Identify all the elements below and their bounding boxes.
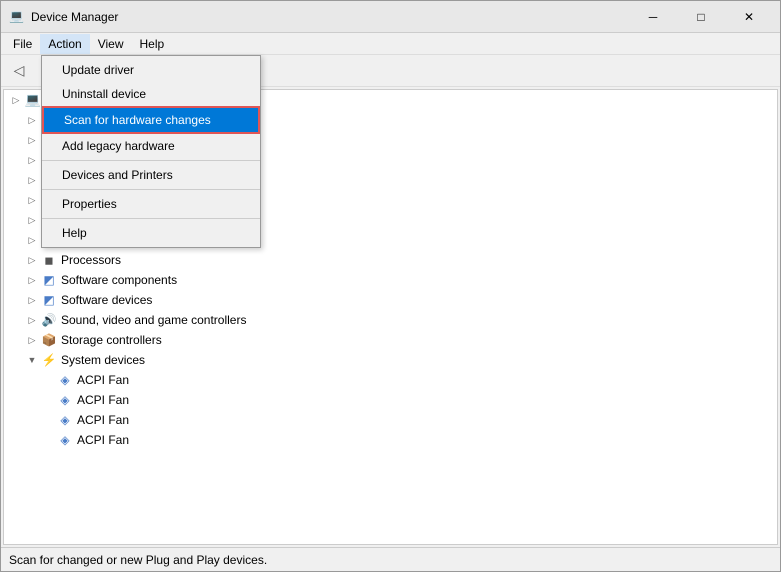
menu-update-driver[interactable]: Update driver: [42, 58, 260, 82]
tree-item-sw-components[interactable]: ▷ Software components: [4, 270, 777, 290]
menu-properties[interactable]: Properties: [42, 192, 260, 216]
expand-mice[interactable]: ▷: [24, 152, 40, 168]
title-bar: 💻 Device Manager ─ □ ✕: [1, 1, 780, 33]
menu-add-legacy[interactable]: Add legacy hardware: [42, 134, 260, 158]
expand-sw-components[interactable]: ▷: [24, 272, 40, 288]
menu-file[interactable]: File: [5, 34, 40, 54]
action-dropdown: Update driver Uninstall device Scan for …: [41, 55, 261, 248]
label-acpi-1: ACPI Fan: [77, 373, 129, 387]
menu-view[interactable]: View: [90, 34, 132, 54]
label-system: System devices: [61, 353, 145, 367]
expand-processors[interactable]: ▷: [24, 252, 40, 268]
menu-help[interactable]: Help: [132, 34, 173, 54]
expand-sw-devices[interactable]: ▷: [24, 292, 40, 308]
tree-item-processors[interactable]: ▷ Processors: [4, 250, 777, 270]
menu-action[interactable]: Action: [40, 34, 89, 54]
icon-sound: [40, 312, 58, 328]
status-bar: Scan for changed or new Plug and Play de…: [1, 547, 780, 571]
tree-item-sound[interactable]: ▷ Sound, video and game controllers: [4, 310, 777, 330]
main-window: 💻 Device Manager ─ □ ✕ File Action View …: [0, 0, 781, 572]
icon-system: [40, 352, 58, 368]
tree-item-acpi-fan-2[interactable]: ACPI Fan: [4, 390, 777, 410]
label-processors: Processors: [61, 253, 121, 267]
window-icon: 💻: [9, 9, 25, 25]
toolbar-back[interactable]: ◁: [5, 58, 33, 84]
minimize-button[interactable]: ─: [630, 4, 676, 30]
tree-item-system[interactable]: ▼ System devices: [4, 350, 777, 370]
label-acpi-4: ACPI Fan: [77, 433, 129, 447]
expand-root[interactable]: ▷: [8, 92, 24, 108]
menu-uninstall-device[interactable]: Uninstall device: [42, 82, 260, 106]
expand-acpi-3: [40, 412, 56, 428]
label-acpi-3: ACPI Fan: [77, 413, 129, 427]
icon-computer: [24, 92, 42, 108]
tree-item-acpi-fan-1[interactable]: ACPI Fan: [4, 370, 777, 390]
expand-system[interactable]: ▼: [24, 352, 40, 368]
menu-help-item[interactable]: Help: [42, 221, 260, 245]
expand-ports[interactable]: ▷: [24, 212, 40, 228]
title-bar-buttons: ─ □ ✕: [630, 4, 772, 30]
label-sw-components: Software components: [61, 273, 177, 287]
close-button[interactable]: ✕: [726, 4, 772, 30]
status-text: Scan for changed or new Plug and Play de…: [9, 553, 267, 567]
icon-processors: [40, 252, 58, 268]
separator-3: [42, 218, 260, 219]
expand-storage[interactable]: ▷: [24, 332, 40, 348]
icon-fan-1: [56, 372, 74, 388]
label-storage: Storage controllers: [61, 333, 162, 347]
expand-acpi-1: [40, 372, 56, 388]
separator-1: [42, 160, 260, 161]
icon-fan-2: [56, 392, 74, 408]
expand-sound[interactable]: ▷: [24, 312, 40, 328]
expand-network[interactable]: ▷: [24, 192, 40, 208]
menu-devices-printers[interactable]: Devices and Printers: [42, 163, 260, 187]
icon-sw-components: [40, 272, 58, 288]
expand-keyboards[interactable]: ▷: [24, 132, 40, 148]
label-sound: Sound, video and game controllers: [61, 313, 246, 327]
expand-print[interactable]: ▷: [24, 232, 40, 248]
tree-item-storage[interactable]: ▷ Storage controllers: [4, 330, 777, 350]
menu-bar: File Action View Help Update driver Unin…: [1, 33, 780, 55]
tree-item-sw-devices[interactable]: ▷ Software devices: [4, 290, 777, 310]
icon-fan-3: [56, 412, 74, 428]
expand-acpi-4: [40, 432, 56, 448]
expand-acpi-2: [40, 392, 56, 408]
icon-fan-4: [56, 432, 74, 448]
window-title: Device Manager: [31, 10, 630, 24]
tree-item-acpi-fan-4[interactable]: ACPI Fan: [4, 430, 777, 450]
label-acpi-2: ACPI Fan: [77, 393, 129, 407]
expand-ide[interactable]: ▷: [24, 112, 40, 128]
menu-scan-hardware[interactable]: Scan for hardware changes: [42, 106, 260, 134]
expand-monitors[interactable]: ▷: [24, 172, 40, 188]
separator-2: [42, 189, 260, 190]
icon-storage: [40, 332, 58, 348]
icon-sw-devices: [40, 292, 58, 308]
maximize-button[interactable]: □: [678, 4, 724, 30]
tree-item-acpi-fan-3[interactable]: ACPI Fan: [4, 410, 777, 430]
label-sw-devices: Software devices: [61, 293, 152, 307]
